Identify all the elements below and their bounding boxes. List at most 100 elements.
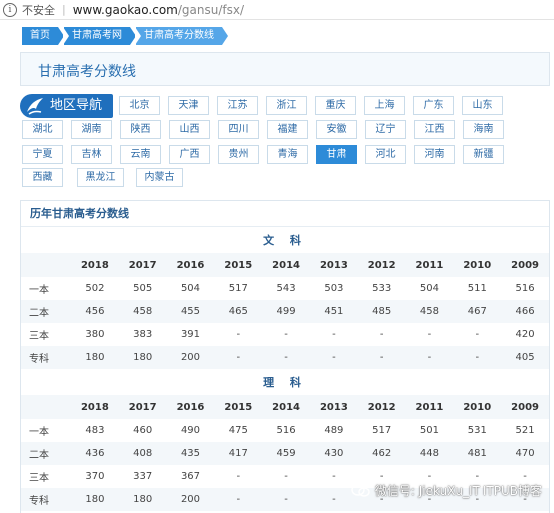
score-cell: - xyxy=(262,346,310,369)
batch-label: 三本 xyxy=(29,331,49,342)
region-button[interactable]: 海南 xyxy=(463,120,504,139)
score-cell: - xyxy=(309,346,358,369)
year-header: 2010 xyxy=(453,253,502,277)
table-row: 二本 456 458 455 465 499 451 485 458 467 466 xyxy=(21,300,549,323)
score-cell: - xyxy=(332,329,336,340)
region-button[interactable]: 青海 xyxy=(267,145,308,164)
region-button[interactable]: 陕西 xyxy=(120,120,161,139)
region-button[interactable]: 天津 xyxy=(168,96,209,115)
region-button[interactable]: 内蒙古 xyxy=(136,168,183,187)
region-button[interactable]: 北京 xyxy=(119,96,160,115)
score-cell: - xyxy=(475,329,480,340)
region-button[interactable]: 浙江 xyxy=(266,96,307,115)
region-button[interactable]: 宁夏 xyxy=(22,145,63,164)
year-header: 2013 xyxy=(309,253,358,277)
address-bar[interactable]: i 不安全 | www.gaokao.com/gansu/fsx/ xyxy=(0,0,554,20)
score-cell: 383 xyxy=(133,329,153,340)
score-cell: 466 xyxy=(501,300,549,323)
score-cell: 489 xyxy=(324,425,344,436)
score-cell: - xyxy=(284,329,288,340)
score-cell: 499 xyxy=(262,300,310,323)
region-button[interactable]: 重庆 xyxy=(315,96,356,115)
score-cell: 367 xyxy=(180,471,201,482)
score-cell: 435 xyxy=(166,442,215,465)
score-cell: 436 xyxy=(71,442,119,465)
year-header: 2010 xyxy=(453,395,502,419)
region-button[interactable]: 甘肃 xyxy=(316,145,357,164)
breadcrumb-current[interactable]: 甘肃高考分数线 xyxy=(135,27,228,45)
score-cell: 531 xyxy=(467,425,487,436)
score-cell: 180 xyxy=(71,346,119,369)
score-cell: 448 xyxy=(405,442,454,465)
breadcrumb: 首页 甘肃高考网 甘肃高考分数线 xyxy=(22,27,228,45)
region-button[interactable]: 上海 xyxy=(364,96,405,115)
region-button[interactable]: 河北 xyxy=(365,145,406,164)
region-button[interactable]: 辽宁 xyxy=(365,120,406,139)
region-button[interactable]: 贵州 xyxy=(218,145,259,164)
region-button[interactable]: 黑龙江 xyxy=(77,168,124,187)
year-header: 2012 xyxy=(357,395,406,419)
breadcrumb-gansu[interactable]: 甘肃高考网 xyxy=(63,27,136,45)
score-cell: - xyxy=(453,346,502,369)
table-row: 一本 502 505 504 517 543 503 533 504 511 516 xyxy=(21,277,549,300)
score-cell: - xyxy=(236,471,241,482)
region-button[interactable]: 山西 xyxy=(169,120,210,139)
section-title-row: 文 科 xyxy=(21,227,549,253)
score-cell: 456 xyxy=(71,300,119,323)
score-cell: 503 xyxy=(324,283,344,294)
year-header: 2009 xyxy=(501,395,549,419)
year-header: 2016 xyxy=(166,253,215,277)
security-status[interactable]: 不安全 xyxy=(22,2,55,18)
score-table: 文 科 2018 2017 2016 2015 2014 2013 2012 2011 2010 2… xyxy=(21,227,549,511)
region-button[interactable]: 广西 xyxy=(169,145,210,164)
score-cell: 516 xyxy=(276,425,296,436)
score-cell: 380 xyxy=(85,329,105,340)
region-button[interactable]: 云南 xyxy=(120,145,161,164)
region-button[interactable]: 西藏 xyxy=(22,168,63,187)
url-path: /gansu/fsx/ xyxy=(177,2,244,17)
url-text[interactable]: www.gaokao.com/gansu/fsx/ xyxy=(73,3,244,17)
header-blank xyxy=(21,395,71,419)
region-button[interactable]: 福建 xyxy=(267,120,308,139)
score-cell: 517 xyxy=(228,283,248,294)
region-button[interactable]: 江西 xyxy=(414,120,455,139)
score-cell: 370 xyxy=(85,471,105,482)
section-title: 文 科 xyxy=(263,234,307,247)
year-header: 2011 xyxy=(405,253,454,277)
wechat-icon xyxy=(351,483,370,497)
region-button[interactable]: 新疆 xyxy=(463,145,504,164)
region-button[interactable]: 湖南 xyxy=(71,120,112,139)
watermark: 微信号: JiekuXu_IT ITPUB博客 xyxy=(351,482,542,499)
score-cell: - xyxy=(214,346,263,369)
score-cell: 483 xyxy=(85,425,105,436)
score-cell: 455 xyxy=(166,300,215,323)
score-cell: 501 xyxy=(419,425,440,436)
region-button[interactable]: 山东 xyxy=(462,96,503,115)
score-cell: - xyxy=(357,346,406,369)
batch-label: 三本 xyxy=(29,473,49,484)
region-button[interactable]: 安徽 xyxy=(316,120,357,139)
info-icon[interactable]: i xyxy=(3,2,17,17)
score-cell: 517 xyxy=(372,425,392,436)
score-cell: 417 xyxy=(214,442,263,465)
region-button[interactable]: 河南 xyxy=(414,145,455,164)
watermark-blog: ITPUB博客 xyxy=(482,484,542,498)
region-button[interactable]: 湖北 xyxy=(22,120,63,139)
score-cell: - xyxy=(427,329,432,340)
score-cell: - xyxy=(405,346,454,369)
region-button[interactable]: 江苏 xyxy=(217,96,258,115)
region-button[interactable]: 吉林 xyxy=(71,145,112,164)
batch-label: 专科 xyxy=(21,488,71,511)
region-button[interactable]: 广东 xyxy=(413,96,454,115)
region-button[interactable]: 四川 xyxy=(218,120,259,139)
breadcrumb-home[interactable]: 首页 xyxy=(22,27,64,45)
year-header: 2018 xyxy=(71,253,119,277)
score-cell: 505 xyxy=(133,283,153,294)
year-header-row: 2018 2017 2016 2015 2014 2013 2012 2011 2010 2009 xyxy=(21,395,549,419)
score-cell: 430 xyxy=(309,442,358,465)
score-cell: 451 xyxy=(309,300,358,323)
watermark-wechat: 微信号: JiekuXu_IT xyxy=(374,484,480,498)
year-header: 2015 xyxy=(214,395,263,419)
header-blank xyxy=(21,253,71,277)
score-cell: 465 xyxy=(214,300,263,323)
